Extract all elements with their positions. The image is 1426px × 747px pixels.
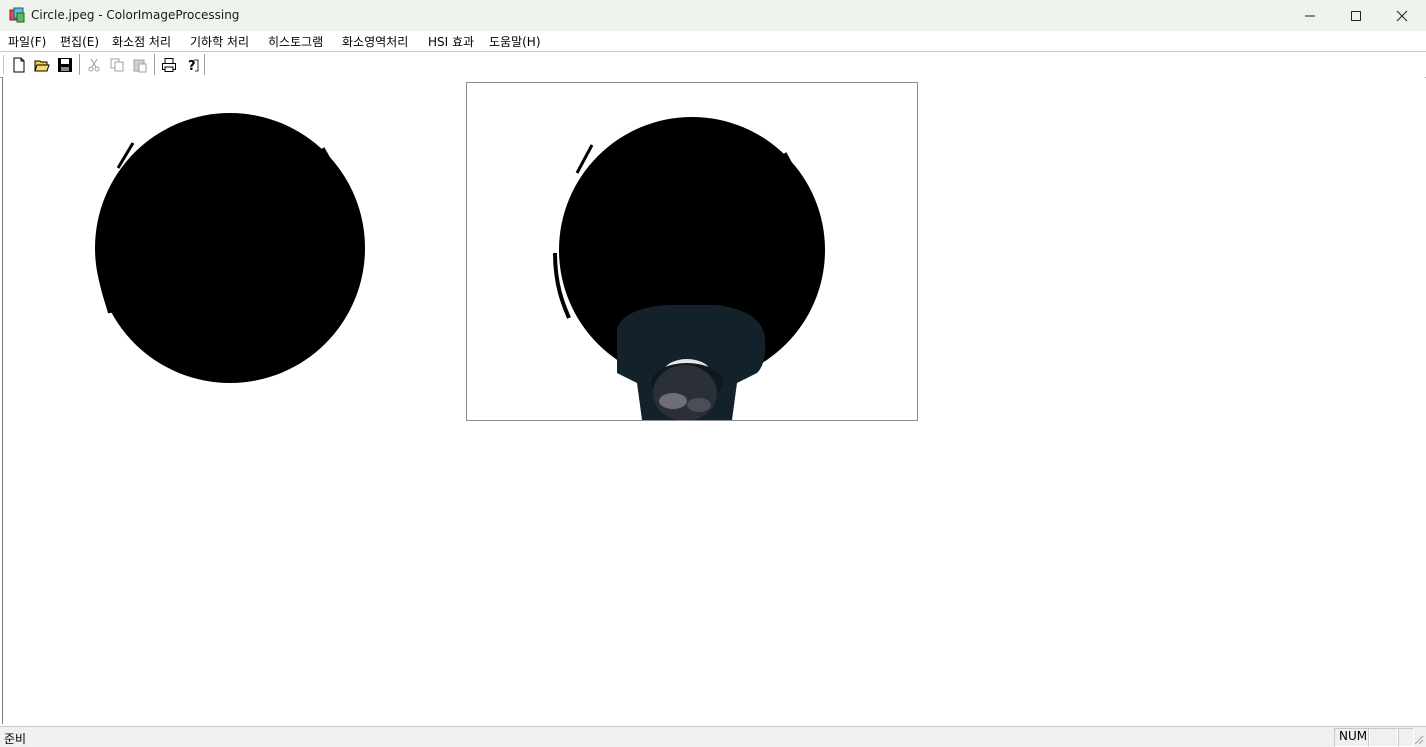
window-title: Circle.jpeg - ColorImageProcessing bbox=[31, 8, 240, 22]
menu-pixel-area[interactable]: 화소영역처리 bbox=[340, 33, 410, 50]
menu-help[interactable]: 도움말(H) bbox=[487, 33, 543, 50]
print-icon bbox=[162, 57, 176, 72]
toolbar: ? bbox=[0, 51, 1426, 78]
maximize-icon bbox=[1351, 10, 1361, 21]
help-button[interactable]: ? bbox=[182, 55, 202, 74]
help-icon: ? bbox=[188, 59, 199, 73]
toolbar-separator bbox=[204, 54, 206, 75]
cut-button[interactable] bbox=[84, 55, 104, 74]
maximize-button[interactable] bbox=[1333, 0, 1379, 31]
app-image-icon[interactable] bbox=[9, 7, 25, 23]
toolbar-separator bbox=[79, 54, 81, 75]
menu-pixel-point[interactable]: 화소점 처리 bbox=[110, 33, 173, 50]
copy-icon bbox=[110, 58, 124, 71]
original-image bbox=[95, 113, 365, 383]
paste-icon bbox=[133, 59, 147, 72]
menu-edit[interactable]: 편집(E) bbox=[58, 33, 101, 50]
menu-file[interactable]: 파일(F) bbox=[6, 33, 48, 50]
toolbar-separator bbox=[154, 54, 156, 75]
svg-text:?: ? bbox=[188, 59, 196, 73]
open-folder-icon bbox=[34, 60, 50, 71]
title-bar: Circle.jpeg - ColorImageProcessing bbox=[0, 0, 1426, 32]
open-button[interactable] bbox=[32, 55, 52, 74]
status-pane-empty bbox=[1368, 728, 1398, 747]
status-message: 준비 bbox=[4, 732, 27, 746]
copy-button[interactable] bbox=[107, 55, 127, 74]
minimize-button[interactable] bbox=[1287, 0, 1333, 31]
close-button[interactable] bbox=[1379, 0, 1425, 31]
cut-icon bbox=[88, 58, 100, 71]
save-icon bbox=[58, 57, 72, 72]
new-file-icon bbox=[13, 57, 25, 72]
print-button[interactable] bbox=[159, 55, 179, 74]
paste-button[interactable] bbox=[130, 55, 150, 74]
resize-grip-icon[interactable] bbox=[1412, 733, 1424, 745]
minimize-icon bbox=[1305, 15, 1315, 16]
menu-geometry[interactable]: 기하학 처리 bbox=[188, 33, 251, 50]
menu-histogram[interactable]: 히스토그램 bbox=[266, 33, 325, 50]
menu-bar: 파일(F) 편집(E) 화소점 처리 기하학 처리 히스토그램 화소영역처리 H… bbox=[0, 31, 1426, 51]
result-image-frame bbox=[466, 82, 918, 421]
close-icon bbox=[1396, 10, 1408, 21]
new-button[interactable] bbox=[9, 55, 29, 74]
toolbar-grip[interactable] bbox=[3, 55, 7, 74]
save-button[interactable] bbox=[55, 55, 75, 74]
menu-hsi[interactable]: HSI 효과 bbox=[426, 33, 476, 50]
result-image bbox=[553, 117, 825, 420]
status-bar: 준비 NUM bbox=[0, 726, 1426, 747]
num-lock-indicator: NUM bbox=[1334, 728, 1370, 747]
